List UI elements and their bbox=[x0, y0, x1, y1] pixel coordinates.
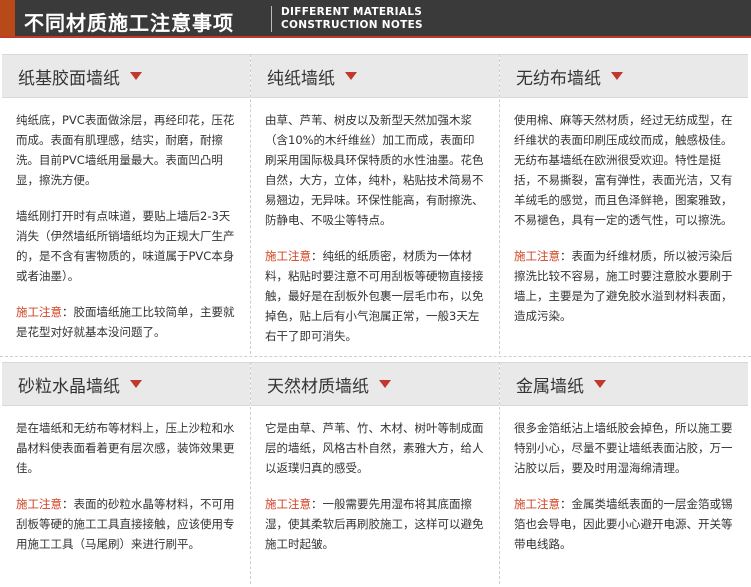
card-paragraph: 由草、芦苇、树皮以及新型天然加强木浆（含10%的木纤维丝）加工而成，表面印刷采用… bbox=[265, 113, 484, 227]
card-note: 施工注意：胶面墙纸施工比较简单，主要就是花型对好就基本没问题了。 bbox=[16, 302, 236, 342]
card-title-text: 金属墙纸 bbox=[516, 376, 584, 397]
header-english-title: DIFFERENT MATERIALS CONSTRUCTION NOTES bbox=[281, 6, 423, 32]
card-note: 施工注意：纯纸的纸质密，材质为一体材料，粘贴时要注意不可用刮板等硬物直接接触，最… bbox=[265, 246, 485, 346]
chevron-down-icon bbox=[611, 72, 623, 80]
note-label: 施工注意 bbox=[514, 249, 560, 263]
card-paragraph: 是在墙纸和无纺布等材料上，压上沙粒和水晶材料使表面看着更有层次感，装饰效果更佳。 bbox=[16, 421, 235, 475]
card-paragraph: 纯纸底，PVC表面做涂层，再经印花，压花而成。表面有肌理感，结实，耐磨，耐擦洗。… bbox=[16, 113, 235, 187]
card-paragraph: 使用棉、麻等天然材质，经过无纺成型，在纤维状的表面印刷压成纹而成，触感极佳。无纺… bbox=[514, 113, 733, 227]
card-title: 纯纸墙纸 bbox=[251, 54, 499, 98]
card-sand-crystal: 砂粒水晶墙纸 是在墙纸和无纺布等材料上，压上沙粒和水晶材料使表面看着更有层次感，… bbox=[2, 362, 250, 570]
card-paragraph: 墙纸刚打开时有点味道，要贴上墙后2-3天消失（伊然墙纸所销墙纸均为正规大厂生产的… bbox=[16, 209, 235, 283]
column-divider bbox=[499, 362, 500, 584]
card-metal: 金属墙纸 很多金箔纸沾上墙纸胶会掉色，所以施工要特别小心，尽量不要让墙纸表面沾胶… bbox=[500, 362, 748, 570]
chevron-down-icon bbox=[130, 72, 142, 80]
header-accent bbox=[0, 0, 15, 38]
card-title-text: 纸基胶面墙纸 bbox=[18, 68, 120, 89]
column-divider bbox=[250, 54, 251, 354]
card-title-text: 纯纸墙纸 bbox=[267, 68, 335, 89]
chevron-down-icon bbox=[130, 380, 142, 388]
card-title: 金属墙纸 bbox=[500, 362, 748, 406]
header-english-line1: DIFFERENT MATERIALS bbox=[281, 6, 423, 18]
page-header: 不同材质施工注意事项 DIFFERENT MATERIALS CONSTRUCT… bbox=[0, 0, 751, 38]
header-underline bbox=[0, 36, 751, 38]
header-english-line2: CONSTRUCTION NOTES bbox=[281, 19, 423, 31]
chevron-down-icon bbox=[594, 380, 606, 388]
card-paper-pvc: 纸基胶面墙纸 纯纸底，PVC表面做涂层，再经印花，压花而成。表面有肌理感，结实，… bbox=[2, 54, 250, 358]
chevron-down-icon bbox=[345, 72, 357, 80]
card-title: 砂粒水晶墙纸 bbox=[2, 362, 250, 406]
card-title: 纸基胶面墙纸 bbox=[2, 54, 250, 98]
card-note: 施工注意：一般需要先用湿布将其底面擦湿，使其柔软后再刷胶施工，这样可以避免施工时… bbox=[265, 494, 485, 554]
card-title-text: 无纺布墙纸 bbox=[516, 68, 601, 89]
note-label: 施工注意 bbox=[265, 249, 311, 263]
card-paragraph: 很多金箔纸沾上墙纸胶会掉色，所以施工要特别小心，尽量不要让墙纸表面沾胶，万一沾胶… bbox=[514, 421, 733, 475]
card-title: 无纺布墙纸 bbox=[500, 54, 748, 98]
card-title-text: 砂粒水晶墙纸 bbox=[18, 376, 120, 397]
card-note: 施工注意：表面为纤维材质，所以被污染后擦洗比较不容易，施工时要注意胶水要刷于墙上… bbox=[514, 246, 734, 326]
card-nonwoven: 无纺布墙纸 使用棉、麻等天然材质，经过无纺成型，在纤维状的表面印刷压成纹而成，触… bbox=[500, 54, 748, 342]
page-title: 不同材质施工注意事项 bbox=[24, 11, 234, 35]
header-separator bbox=[271, 6, 272, 32]
note-label: 施工注意 bbox=[16, 305, 62, 319]
card-note: 施工注意：表面的砂粒水晶等材料，不可用刮板等硬的施工工具直接接触，应该使用专用施… bbox=[16, 494, 236, 554]
column-divider bbox=[499, 54, 500, 354]
note-label: 施工注意 bbox=[514, 497, 560, 511]
note-text: ：纯纸的纸质密，材质为一体材料，粘贴时要注意不可用刮板等硬物直接接触，最好是在刮… bbox=[265, 249, 484, 343]
card-body: 使用棉、麻等天然材质，经过无纺成型，在纤维状的表面印刷压成纹而成，触感极佳。无纺… bbox=[500, 98, 748, 326]
column-divider bbox=[250, 362, 251, 584]
card-body: 是在墙纸和无纺布等材料上，压上沙粒和水晶材料使表面看着更有层次感，装饰效果更佳。… bbox=[2, 406, 250, 554]
row-divider bbox=[0, 356, 751, 357]
card-pure-paper: 纯纸墙纸 由草、芦苇、树皮以及新型天然加强木浆（含10%的木纤维丝）加工而成，表… bbox=[251, 54, 499, 362]
card-title-text: 天然材质墙纸 bbox=[267, 376, 369, 397]
card-body: 由草、芦苇、树皮以及新型天然加强木浆（含10%的木纤维丝）加工而成，表面印刷采用… bbox=[251, 98, 499, 346]
card-paragraph: 它是由草、芦苇、竹、木材、树叶等制成面层的墙纸，风格古朴自然，素雅大方，给人以返… bbox=[265, 421, 484, 475]
card-note: 施工注意：金属类墙纸表面的一层金箔或锡箔也会导电，因此要小心避开电源、开关等带电… bbox=[514, 494, 734, 554]
chevron-down-icon bbox=[379, 380, 391, 388]
card-body: 它是由草、芦苇、竹、木材、树叶等制成面层的墙纸，风格古朴自然，素雅大方，给人以返… bbox=[251, 406, 499, 554]
card-natural: 天然材质墙纸 它是由草、芦苇、竹、木材、树叶等制成面层的墙纸，风格古朴自然，素雅… bbox=[251, 362, 499, 570]
card-body: 很多金箔纸沾上墙纸胶会掉色，所以施工要特别小心，尽量不要让墙纸表面沾胶，万一沾胶… bbox=[500, 406, 748, 554]
note-label: 施工注意 bbox=[16, 497, 62, 511]
card-title: 天然材质墙纸 bbox=[251, 362, 499, 406]
note-label: 施工注意 bbox=[265, 497, 311, 511]
card-body: 纯纸底，PVC表面做涂层，再经印花，压花而成。表面有肌理感，结实，耐磨，耐擦洗。… bbox=[2, 98, 250, 342]
